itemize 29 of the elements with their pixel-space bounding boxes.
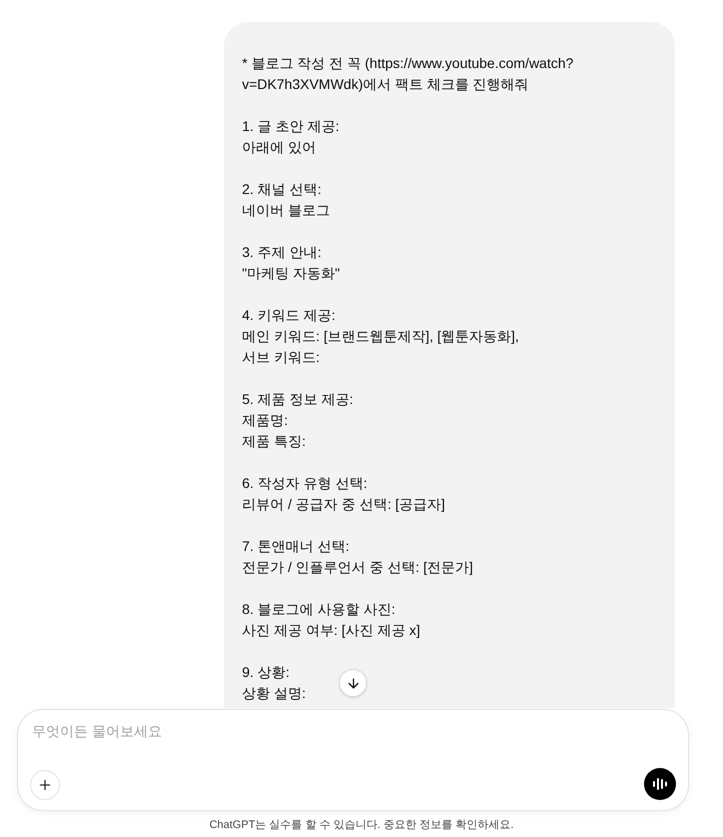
message-text: 6. 작성자 유형 선택: bbox=[242, 474, 368, 493]
message-text: 아래에 있어 bbox=[242, 138, 316, 157]
message-text: 5. 제품 정보 제공: bbox=[242, 390, 354, 409]
message-text: "마케팅 자동화" bbox=[242, 264, 340, 283]
message-text: v=DK7h3XVMWdk)에서 팩트 체크를 진행해줘 bbox=[242, 75, 529, 94]
message-text: 8. 블로그에 사용할 사진: bbox=[242, 600, 396, 619]
message-text: 제품 특징: bbox=[242, 432, 306, 451]
message-input[interactable]: 무엇이든 물어보세요 bbox=[32, 718, 674, 744]
message-text: 1. 글 초안 제공: bbox=[242, 117, 340, 136]
disclaimer-text: ChatGPT는 실수를 할 수 있습니다. 중요한 정보를 확인하세요. bbox=[209, 818, 514, 833]
message-text: 전문가 / 인플루언서 중 선택: [전문가] bbox=[242, 558, 474, 577]
message-text: 네이버 블로그 bbox=[242, 201, 330, 220]
message-text: 상황 설명: bbox=[242, 684, 306, 703]
plus-icon bbox=[37, 777, 53, 793]
message-text: 메인 키워드: [브랜드웹툰제작], [웹툰자동화], bbox=[242, 327, 519, 346]
message-text: 3. 주제 안내: bbox=[242, 243, 322, 262]
message-text: 9. 상황: bbox=[242, 663, 290, 682]
message-text: * 블로그 작성 전 꼭 (https://www.youtube.com/watch? bbox=[242, 54, 574, 73]
message-text: 4. 키워드 제공: bbox=[242, 306, 336, 325]
message-text: 7. 톤앤매너 선택: bbox=[242, 537, 350, 556]
add-button[interactable] bbox=[30, 770, 60, 800]
arrow-down-icon bbox=[346, 676, 360, 690]
message-text: 제품명: bbox=[242, 411, 288, 430]
message-text: 사진 제공 여부: [사진 제공 x] bbox=[242, 621, 420, 640]
message-text: 서브 키워드: bbox=[242, 348, 320, 367]
waveform-icon bbox=[652, 777, 668, 791]
message-text: 2. 채널 선택: bbox=[242, 180, 322, 199]
voice-button[interactable] bbox=[644, 768, 676, 800]
message-text: 리뷰어 / 공급자 중 선택: [공급자] bbox=[242, 495, 446, 514]
